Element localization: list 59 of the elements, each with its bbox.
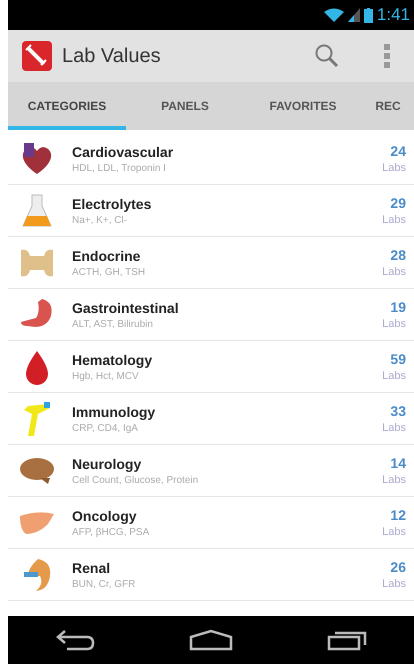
category-labs: BUN, Cr, GFR	[72, 578, 136, 590]
clock-time: 1:41	[376, 5, 410, 25]
lab-count: 29	[390, 195, 406, 211]
syringe-icon	[22, 41, 52, 71]
lab-count: 26	[390, 559, 406, 575]
category-labs: ACTH, GH, TSH	[72, 266, 146, 278]
lab-count-unit: Labs	[382, 578, 406, 590]
category-row[interactable]: Electrolytes Na+, K+, Cl- 29 Labs	[8, 185, 414, 237]
category-labs: ALT, AST, Bilirubin	[72, 318, 154, 330]
lab-count-unit: Labs	[382, 370, 406, 382]
category-row[interactable]: Gastrointestinal ALT, AST, Bilirubin 19 Labs	[8, 289, 414, 341]
lab-count: 14	[390, 455, 406, 471]
lab-count-unit: Labs	[382, 214, 406, 226]
tab[interactable]: CATEGORIES	[8, 82, 126, 130]
category-row[interactable]: Hematology Hgb, Hct, MCV 59 Labs	[8, 341, 414, 393]
category-labs: Hgb, Hct, MCV	[72, 370, 140, 382]
category-name: Oncology	[72, 508, 138, 524]
tab[interactable]: PANELS	[126, 82, 244, 130]
app-title: Lab Values	[62, 44, 161, 68]
category-labs: Cell Count, Glucose, Protein	[72, 474, 200, 486]
lab-count-unit: Labs	[382, 318, 406, 330]
lab-count-unit: Labs	[382, 266, 406, 278]
lab-count-unit: Labs	[382, 474, 406, 486]
lab-count-unit: Labs	[382, 526, 406, 538]
category-name: Hematology	[72, 352, 154, 368]
category-labs: HDL, LDL, Troponin I	[72, 162, 167, 174]
category-row[interactable]: Neurology Cell Count, Glucose, Protein 14 Labs	[8, 445, 414, 497]
signal-icon	[348, 8, 360, 22]
category-row[interactable]: Renal BUN, Cr, GFR 26 Labs	[8, 549, 414, 601]
search-icon[interactable]	[314, 43, 340, 69]
wifi-icon	[324, 8, 344, 22]
category-labs: CRP, CD4, IgA	[72, 422, 139, 434]
category-labs: Na+, K+, Cl-	[72, 214, 128, 226]
lab-count: 33	[390, 403, 406, 419]
recent-apps-icon[interactable]	[327, 629, 367, 651]
category-name: Neurology	[72, 456, 142, 472]
lab-count: 12	[390, 507, 406, 523]
lab-count: 28	[390, 247, 406, 263]
category-name: Electrolytes	[72, 196, 152, 212]
lab-count: 19	[390, 299, 406, 315]
category-row[interactable]: Oncology AFP, βHCG, PSA 12 Labs	[8, 497, 414, 549]
home-icon[interactable]	[189, 629, 233, 651]
category-name: Cardiovascular	[72, 144, 174, 160]
lab-count: 24	[390, 143, 406, 159]
category-name: Immunology	[72, 404, 156, 420]
lab-count-unit: Labs	[382, 162, 406, 174]
tab[interactable]: REC	[362, 82, 414, 130]
battery-icon	[364, 8, 373, 22]
category-name: Renal	[72, 560, 112, 576]
category-labs: AFP, βHCG, PSA	[72, 526, 150, 538]
category-name: Endocrine	[72, 248, 142, 264]
category-name: Gastrointestinal	[72, 300, 180, 316]
lab-count-unit: Labs	[382, 422, 406, 434]
category-row[interactable]: Endocrine ACTH, GH, TSH 28 Labs	[8, 237, 414, 289]
back-icon[interactable]	[55, 629, 95, 651]
category-row[interactable]: Immunology CRP, CD4, IgA 33 Labs	[8, 393, 414, 445]
tab[interactable]: FAVORITES	[244, 82, 362, 130]
category-row[interactable]: Cardiovascular HDL, LDL, Troponin I 24 Labs	[8, 133, 414, 185]
lab-count: 59	[390, 351, 406, 367]
